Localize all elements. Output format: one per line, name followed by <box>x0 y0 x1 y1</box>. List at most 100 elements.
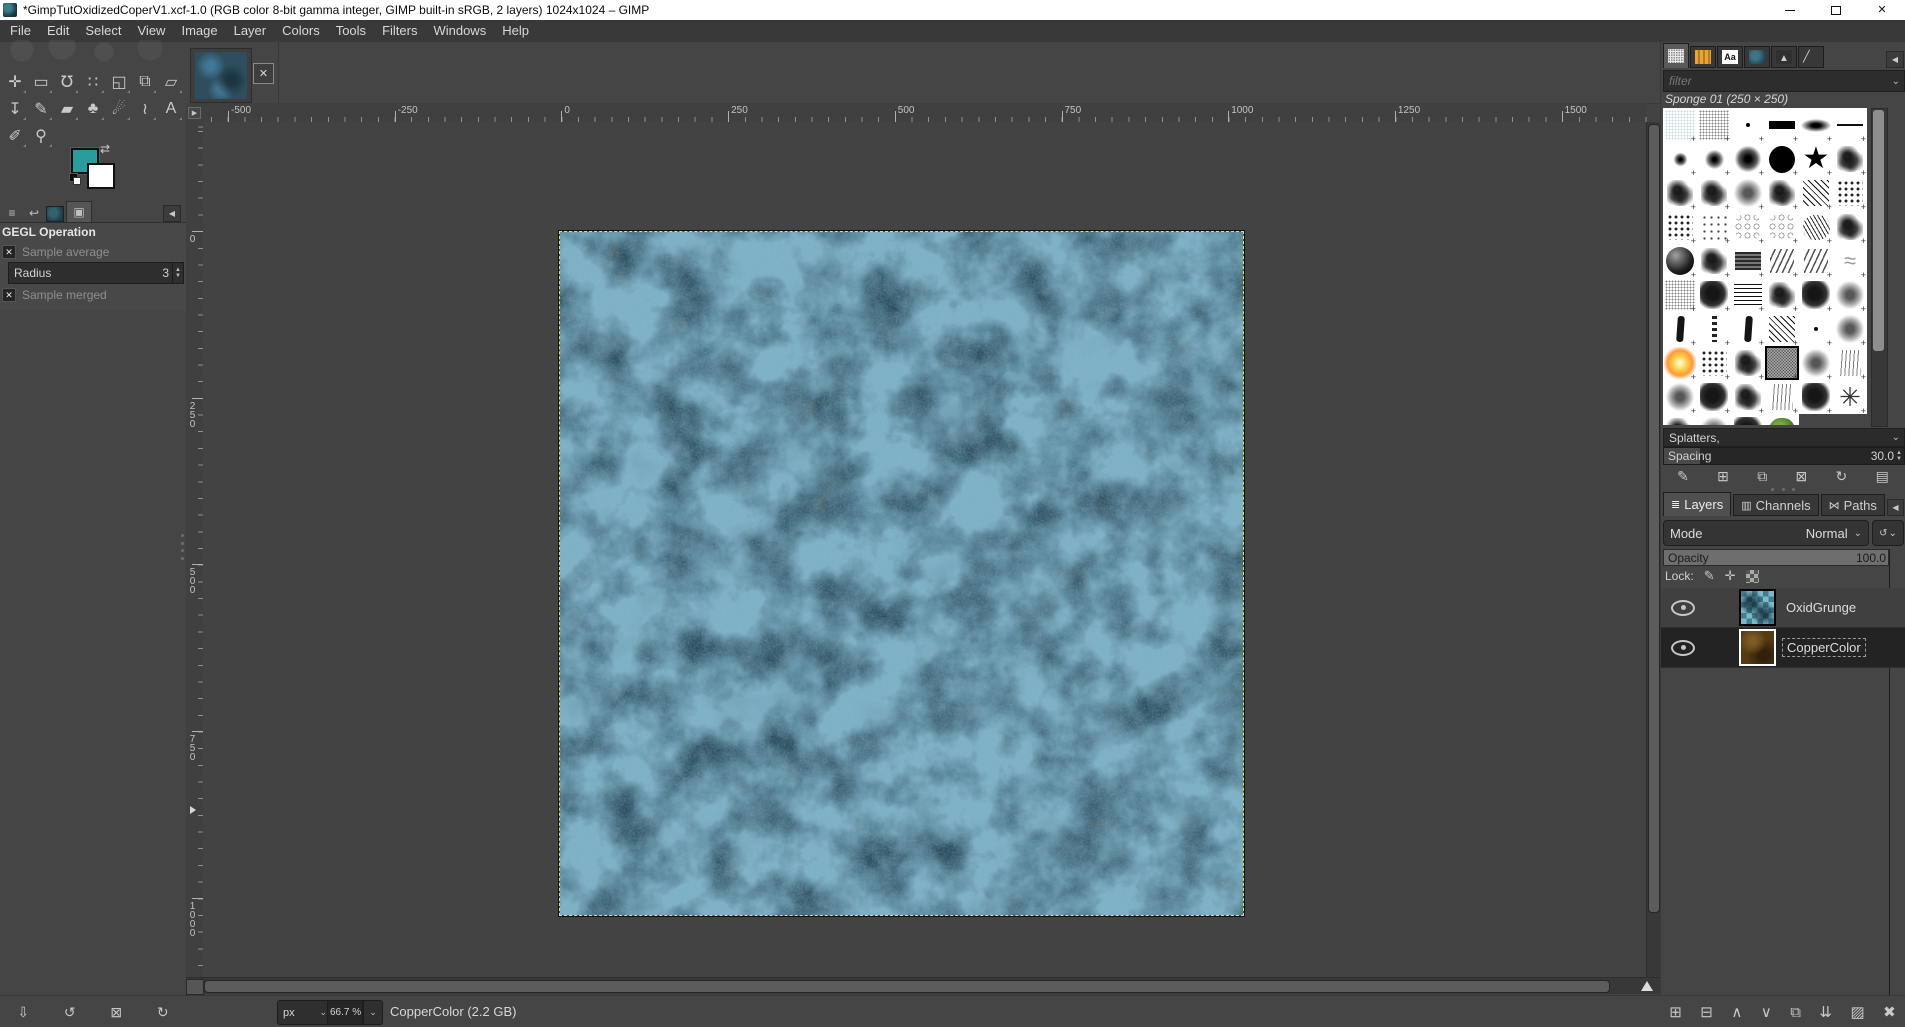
menu-help[interactable]: Help <box>494 20 537 42</box>
brush-noise[interactable] <box>1697 108 1731 142</box>
layer-name[interactable]: OxidGrunge <box>1786 600 1856 615</box>
brush-splat[interactable] <box>1663 176 1697 210</box>
lock-pixels-icon[interactable]: ✎ <box>1704 568 1715 584</box>
brush-stroke-dotted[interactable] <box>1697 312 1731 346</box>
text-tool[interactable]: A <box>158 95 184 122</box>
select-by-color-tool[interactable]: ∷ <box>80 68 106 95</box>
airbrush-tool[interactable]: ≀ <box>132 95 158 122</box>
radius-spinner[interactable]: Radius 3 ▲▼ <box>8 262 184 284</box>
image-tab-close-icon[interactable]: ✕ <box>253 63 274 84</box>
brush-splat[interactable] <box>1731 346 1765 380</box>
new-brush-button[interactable]: ⊞ <box>1717 468 1729 485</box>
patterns-tab[interactable] <box>1690 46 1716 68</box>
crop-tool[interactable]: ◱ <box>106 68 132 95</box>
delete-brush-button[interactable]: ⊠ <box>1796 468 1808 485</box>
brush-dots[interactable] <box>1697 346 1731 380</box>
brush-deer[interactable] <box>1833 244 1867 278</box>
brush-cells[interactable] <box>1731 210 1765 244</box>
brush-splat-soft[interactable] <box>1731 176 1765 210</box>
close-button[interactable]: ✕ <box>1859 0 1905 20</box>
reset-colors-icon[interactable] <box>69 173 81 185</box>
clone-tool[interactable]: ♣ <box>80 95 106 122</box>
horizontal-ruler[interactable]: -500-2500250500750100012501500 <box>203 103 1647 123</box>
brush-dot-grid[interactable] <box>1697 210 1731 244</box>
delete-layer-button[interactable]: ✖ <box>1883 1003 1896 1021</box>
menu-tools[interactable]: Tools <box>328 20 374 42</box>
brush-line[interactable] <box>1833 108 1867 142</box>
minimize-button[interactable] <box>1767 0 1813 20</box>
brush-splat-soft[interactable] <box>1833 278 1867 312</box>
brush-splat-soft[interactable] <box>1799 346 1833 380</box>
background-color-swatch[interactable] <box>87 163 115 189</box>
menu-edit[interactable]: Edit <box>39 20 77 42</box>
restore-tool-preset-button[interactable]: ↺ <box>64 1004 76 1021</box>
brush-grid-scrollbar-thumb[interactable] <box>1873 110 1884 351</box>
brush-dots[interactable] <box>1833 176 1867 210</box>
spacing-slider[interactable]: Spacing 30.0 ▲▼ <box>1663 447 1905 465</box>
zoom-level-input[interactable]: 66.7 % <box>327 1000 363 1025</box>
brush-circle[interactable] <box>1765 142 1799 176</box>
lower-layer-button[interactable]: ∨ <box>1761 1003 1772 1021</box>
brush-tag-dropdown[interactable]: Splatters, <box>1663 428 1905 447</box>
add-layer-mask-button[interactable]: ▨ <box>1850 1003 1864 1021</box>
restore-button[interactable] <box>1813 0 1859 20</box>
paintbrush-tool[interactable]: ✎ <box>28 95 54 122</box>
eraser-tool[interactable]: ▰ <box>54 95 80 122</box>
menu-layer[interactable]: Layer <box>226 20 275 42</box>
visibility-eye-icon[interactable] <box>1671 640 1695 656</box>
edit-brush-button[interactable]: ✎ <box>1677 468 1689 485</box>
opacity-slider[interactable]: Opacity 100.0 <box>1663 549 1889 566</box>
layer-row-coppercolor[interactable]: CopperColor <box>1661 628 1905 668</box>
brush-cells[interactable] <box>1765 210 1799 244</box>
undo-history-tab[interactable]: ↩ <box>24 204 44 222</box>
unified-transform-tool[interactable]: ⧉ <box>132 68 158 95</box>
save-tool-preset-button[interactable]: ⇩ <box>17 1004 29 1021</box>
menu-image[interactable]: Image <box>173 20 225 42</box>
dock-resize-grip[interactable] <box>181 534 185 560</box>
brush-splat-soft[interactable] <box>1697 414 1731 425</box>
delete-tool-preset-button[interactable]: ⊠ <box>110 1004 122 1021</box>
brush-burst[interactable] <box>1833 380 1867 414</box>
menu-filters[interactable]: Filters <box>374 20 425 42</box>
brush-lines-d[interactable] <box>1765 312 1799 346</box>
zoom-tool[interactable]: ⚲ <box>28 122 54 149</box>
chevron-down-icon[interactable] <box>1892 76 1904 87</box>
brush-grass[interactable] <box>1833 346 1867 380</box>
brush-noise[interactable] <box>1663 278 1697 312</box>
brush-glow[interactable] <box>1663 346 1697 380</box>
tab-layers[interactable]: ≣Layers <box>1663 492 1731 516</box>
collapse-dock-icon[interactable] <box>163 205 181 222</box>
brush-splat[interactable] <box>1663 414 1697 425</box>
color-picker-tool[interactable]: ✐ <box>2 122 28 149</box>
image-preview-tab[interactable] <box>46 206 64 222</box>
vertical-scrollbar[interactable] <box>1646 122 1660 977</box>
menu-file[interactable]: File <box>2 20 39 42</box>
brush-dot[interactable] <box>1731 108 1765 142</box>
swap-colors-icon[interactable]: ⇄ <box>100 142 110 156</box>
fonts-tab[interactable]: Aa <box>1717 46 1743 68</box>
brush-pepper[interactable] <box>1765 414 1799 425</box>
zoom-dropdown-icon[interactable] <box>363 1000 383 1025</box>
brush-splat[interactable] <box>1833 142 1867 176</box>
blend-space-button[interactable]: ↺ <box>1872 520 1904 546</box>
layer-name[interactable]: CopperColor <box>1782 638 1866 657</box>
duplicate-layer-button[interactable]: ⧉ <box>1790 1004 1801 1021</box>
menu-select[interactable]: Select <box>77 20 129 42</box>
brush-dark-blob[interactable] <box>1731 414 1765 425</box>
device-status-tab[interactable]: ▣ <box>66 201 92 222</box>
brush-splat[interactable] <box>1765 278 1799 312</box>
brush-soft-blob-m[interactable] <box>1697 142 1731 176</box>
lock-alpha-icon[interactable] <box>1746 570 1759 583</box>
handle-transform-tool[interactable]: ▱ <box>158 68 184 95</box>
canvas-image[interactable] <box>559 231 1244 916</box>
brush-grid-scrollbar[interactable] <box>1871 108 1888 427</box>
tab-channels[interactable]: ▥Channels <box>1733 494 1818 516</box>
image-tab[interactable] <box>1744 46 1770 68</box>
brush-stroke-v[interactable] <box>1731 312 1765 346</box>
brush-sphere[interactable] <box>1663 244 1697 278</box>
refresh-brushes-button[interactable]: ↻ <box>1836 468 1848 485</box>
brush-rice[interactable] <box>1799 244 1833 278</box>
horizontal-scrollbar[interactable] <box>186 977 1660 994</box>
menu-windows[interactable]: Windows <box>425 20 494 42</box>
brush-noise-light[interactable] <box>1663 108 1697 142</box>
